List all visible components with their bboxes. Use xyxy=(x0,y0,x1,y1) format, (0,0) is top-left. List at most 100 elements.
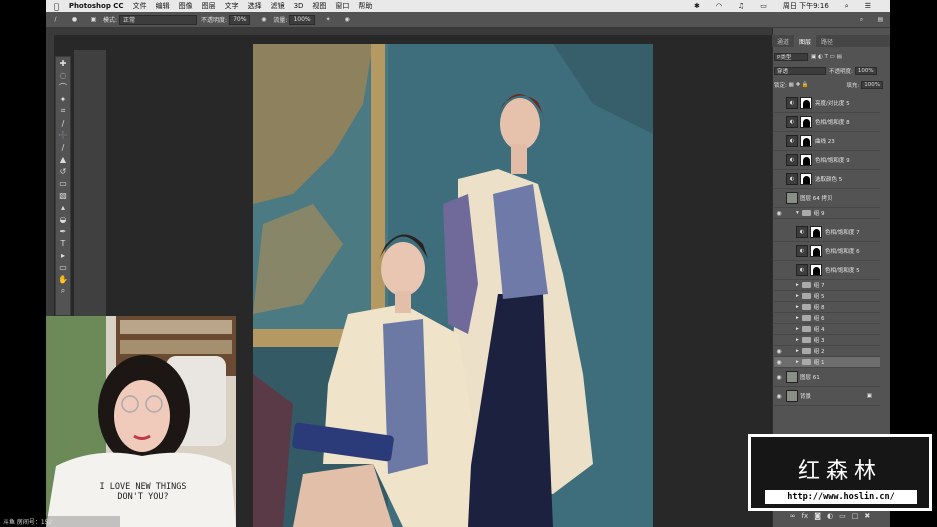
chevron-right-icon[interactable]: ▸ xyxy=(796,293,799,299)
layer-style-icon[interactable]: fx xyxy=(802,512,809,520)
zoom-tool-icon[interactable]: ⌕ xyxy=(56,285,70,297)
layer-row[interactable]: ◐ 色相/饱和度 6 xyxy=(774,242,880,261)
layer-mask-thumbnail[interactable] xyxy=(810,226,822,238)
layer-row[interactable]: ◉ ▾ 组 9 xyxy=(774,208,880,219)
type-tool-icon[interactable]: T xyxy=(56,237,70,249)
delete-layer-icon[interactable]: ✖ xyxy=(864,512,870,520)
brush-tool-icon[interactable]: ∕ xyxy=(50,14,61,25)
clock[interactable]: 周日 下午9:16 xyxy=(783,1,829,11)
move-tool-icon[interactable]: ✚ xyxy=(56,57,70,69)
menu-type[interactable]: 文字 xyxy=(225,1,239,11)
layer-row[interactable]: ◐ 色相/饱和度 5 xyxy=(774,261,880,280)
hand-tool-icon[interactable]: ✋ xyxy=(56,273,70,285)
brush-preset-icon[interactable]: ● xyxy=(69,14,80,25)
layer-mask-thumbnail[interactable] xyxy=(810,245,822,257)
menu-edit[interactable]: 编辑 xyxy=(156,1,170,11)
filter-smart-icon[interactable]: ▤ xyxy=(837,54,842,60)
brush-panel-icon[interactable]: ▣ xyxy=(88,14,99,25)
marquee-tool-icon[interactable]: ◌ xyxy=(56,69,70,81)
pressure-size-icon[interactable]: ◉ xyxy=(342,14,353,25)
lock-position-icon[interactable]: ✚ xyxy=(796,82,801,88)
quick-select-tool-icon[interactable]: ✦ xyxy=(56,93,70,105)
healing-brush-tool-icon[interactable]: ➕ xyxy=(56,129,70,141)
dodge-tool-icon[interactable]: ◒ xyxy=(56,213,70,225)
visibility-eye-icon[interactable]: ◉ xyxy=(774,348,784,355)
new-adjustment-icon[interactable]: ◐ xyxy=(827,512,833,520)
lock-all-icon[interactable]: 🔒 xyxy=(802,82,809,88)
chevron-right-icon[interactable]: ▸ xyxy=(796,359,799,365)
link-layers-icon[interactable]: ∞ xyxy=(790,512,796,520)
visibility-eye-icon[interactable]: ◉ xyxy=(774,210,784,217)
eyedropper-tool-icon[interactable]: ∕ xyxy=(56,117,70,129)
layer-row[interactable]: ▸ 组 6 xyxy=(774,313,880,324)
layer-row[interactable]: ◉ ▸ 组 1 xyxy=(774,357,880,368)
menu-select[interactable]: 选择 xyxy=(248,1,262,11)
notification-icon[interactable]: ☰ xyxy=(865,2,871,10)
menu-image[interactable]: 图像 xyxy=(179,1,193,11)
document-canvas[interactable] xyxy=(253,44,653,527)
filter-shape-icon[interactable]: ▭ xyxy=(830,54,835,60)
lock-pixels-icon[interactable]: ▦ xyxy=(789,82,794,88)
layer-row[interactable]: ◉ ▸ 组 2 xyxy=(774,346,880,357)
app-name[interactable]: Photoshop CC xyxy=(69,2,124,10)
chevron-right-icon[interactable]: ▸ xyxy=(796,282,799,288)
layer-row[interactable]: ◐ 色相/饱和度 7 xyxy=(774,223,880,242)
new-group-icon[interactable]: ▭ xyxy=(839,512,846,520)
layer-row[interactable]: ◐ 色相/饱和度 8 xyxy=(774,113,880,132)
wifi-icon[interactable]: ◠ xyxy=(716,2,722,10)
layer-filter-select[interactable]: P类型 xyxy=(774,53,808,61)
blend-mode-select[interactable]: 穿透 xyxy=(774,67,826,75)
chevron-right-icon[interactable]: ▸ xyxy=(796,315,799,321)
layer-row[interactable]: ▸ 组 4 xyxy=(774,324,880,335)
layer-row[interactable]: ▸ 组 5 xyxy=(774,291,880,302)
chevron-right-icon[interactable]: ▸ xyxy=(796,326,799,332)
layer-mask-thumbnail[interactable] xyxy=(800,135,812,147)
layer-row[interactable]: 图层 64 拷贝 xyxy=(774,189,880,208)
filter-adjustment-icon[interactable]: ◐ xyxy=(818,54,823,60)
workspace-search-icon[interactable]: ⌕ xyxy=(856,14,867,25)
workspace-switcher-icon[interactable]: ▤ xyxy=(875,14,886,25)
pen-tool-icon[interactable]: ✒ xyxy=(56,225,70,237)
filter-type-icon[interactable]: T xyxy=(825,54,828,60)
chevron-right-icon[interactable]: ▸ xyxy=(796,304,799,310)
chevron-down-icon[interactable]: ▾ xyxy=(796,210,799,216)
path-selection-tool-icon[interactable]: ▸ xyxy=(56,249,70,261)
menu-help[interactable]: 帮助 xyxy=(358,1,372,11)
eraser-tool-icon[interactable]: ▭ xyxy=(56,177,70,189)
menu-layer[interactable]: 图层 xyxy=(202,1,216,11)
fill-field[interactable]: 100% xyxy=(861,81,883,89)
shape-tool-icon[interactable]: ▭ xyxy=(56,261,70,273)
layer-row[interactable]: ◐ 选取颜色 5 xyxy=(774,170,880,189)
layer-row[interactable]: ◐ 色相/饱和度 9 xyxy=(774,151,880,170)
layer-row[interactable]: ▸ 组 8 xyxy=(774,302,880,313)
layer-mask-thumbnail[interactable] xyxy=(800,97,812,109)
visibility-eye-icon[interactable]: ◉ xyxy=(774,374,784,381)
layer-thumbnail[interactable] xyxy=(786,371,798,383)
tab-channels[interactable]: 通道 xyxy=(772,35,794,47)
crop-tool-icon[interactable]: ⌗ xyxy=(56,105,70,117)
layer-mask-thumbnail[interactable] xyxy=(810,264,822,276)
blur-tool-icon[interactable]: ▴ xyxy=(56,201,70,213)
search-icon[interactable]: ⌕ xyxy=(845,2,849,11)
menu-3d[interactable]: 3D xyxy=(294,2,304,10)
history-brush-tool-icon[interactable]: ↺ xyxy=(56,165,70,177)
clone-stamp-tool-icon[interactable]: ▲ xyxy=(56,153,70,165)
layer-mask-thumbnail[interactable] xyxy=(800,154,812,166)
menu-view[interactable]: 视图 xyxy=(312,1,326,11)
horizontal-ruler[interactable] xyxy=(46,28,776,36)
layer-thumbnail[interactable] xyxy=(786,390,798,402)
tab-paths[interactable]: 路径 xyxy=(816,35,838,47)
add-mask-icon[interactable]: ◙ xyxy=(814,512,821,520)
layer-row[interactable]: ▸ 组 3 xyxy=(774,335,880,346)
battery-icon[interactable]: ▭ xyxy=(760,2,767,10)
layer-opacity-field[interactable]: 100% xyxy=(854,67,877,75)
menu-window[interactable]: 窗口 xyxy=(335,1,349,11)
menu-filter[interactable]: 滤镜 xyxy=(271,1,285,11)
layer-thumbnail[interactable] xyxy=(786,192,798,204)
menu-file[interactable]: 文件 xyxy=(133,1,147,11)
visibility-eye-icon[interactable]: ◉ xyxy=(774,359,784,366)
layer-row[interactable]: ◉ 背景 ▣ xyxy=(774,387,880,406)
layer-mask-thumbnail[interactable] xyxy=(800,173,812,185)
apple-icon[interactable]:  xyxy=(54,2,59,11)
chevron-right-icon[interactable]: ▸ xyxy=(796,337,799,343)
